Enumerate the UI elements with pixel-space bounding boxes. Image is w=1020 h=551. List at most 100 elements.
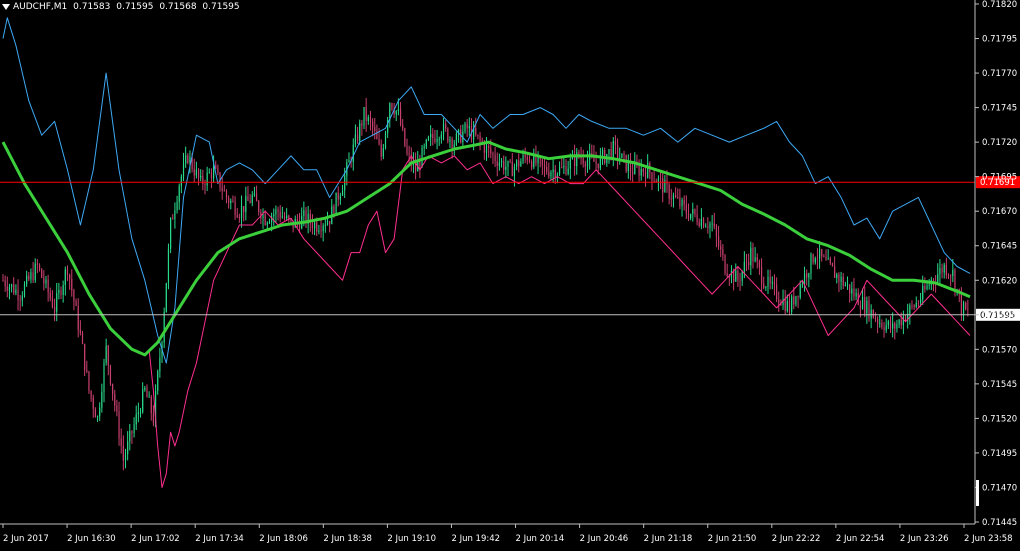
candle-body (668, 184, 670, 199)
candle-body (369, 117, 372, 122)
candle-body (36, 263, 38, 265)
y-tick-label: 0.71595 (982, 311, 1017, 321)
candle-body (876, 319, 879, 324)
candle-body (13, 284, 15, 294)
candle-body (367, 117, 369, 122)
candle-body (849, 284, 851, 294)
candle-body (94, 409, 97, 418)
candle-body (137, 412, 139, 415)
candle-body (468, 126, 470, 129)
candle-body (752, 247, 754, 262)
candle-body (928, 284, 930, 286)
candle-body (69, 274, 71, 279)
candle-body (498, 162, 500, 167)
candle-body (455, 133, 458, 145)
candle-body (41, 269, 43, 278)
candle-body (79, 329, 81, 333)
candle-body (73, 290, 75, 302)
candle-body (58, 289, 60, 294)
close-price: 0.71595 (202, 2, 240, 12)
candle-body (696, 214, 698, 223)
candle-body (266, 222, 268, 225)
candle-body (810, 254, 812, 274)
candle-body (139, 412, 142, 413)
price-chart[interactable]: 0.716910.71595 0.718200.717950.717700.71… (0, 0, 1020, 551)
candle-body (174, 210, 176, 220)
candle-body (210, 172, 213, 179)
candle-body (206, 172, 208, 186)
candle-body (436, 138, 438, 142)
candle-body (167, 248, 170, 284)
y-tick-label: 0.71495 (982, 449, 1017, 459)
candle-body (277, 209, 279, 212)
candle-body (197, 169, 200, 178)
candle-body (520, 161, 522, 167)
candle-body (690, 213, 692, 219)
x-tick-label: 2 Jun 18:06 (259, 534, 308, 544)
candle-body (114, 394, 116, 406)
candle-body (475, 128, 477, 135)
y-tick-label: 0.71445 (982, 518, 1017, 528)
candle-body (838, 274, 840, 282)
candle-body (853, 288, 855, 297)
candle-body (150, 396, 152, 414)
candle-body (26, 275, 28, 285)
candle-body (500, 160, 503, 163)
x-tick-label: 2 Jun 22:22 (772, 534, 821, 544)
candle-body (741, 271, 743, 281)
candle-body (894, 323, 896, 329)
candle-body (402, 124, 404, 129)
candle-body (243, 206, 245, 213)
candle-body (92, 397, 94, 410)
candle-body (129, 430, 131, 442)
candle-body (21, 295, 23, 301)
candle-body (814, 258, 816, 263)
candle-body (707, 226, 709, 228)
candle-body (576, 152, 578, 166)
candle-body (333, 206, 335, 215)
candle-body (268, 222, 271, 224)
candle-body (157, 371, 159, 391)
candle-body (146, 387, 148, 398)
candle-body (193, 168, 195, 176)
candle-body (122, 446, 124, 461)
candle-body (251, 195, 253, 203)
candle-body (767, 276, 769, 288)
candle-body (479, 135, 481, 141)
candle-body (505, 166, 507, 171)
candle-body (163, 312, 165, 343)
candle-body (477, 134, 479, 136)
candle-body (883, 327, 885, 331)
candle-body (313, 222, 316, 229)
candle-body (81, 332, 84, 344)
candle-body (511, 161, 513, 177)
candle-body (565, 165, 567, 175)
candle-body (339, 195, 341, 200)
candle-body (344, 175, 346, 191)
candle-body (232, 200, 234, 202)
candle-body (662, 178, 664, 193)
x-tick-label: 2 Jun 2017 (3, 534, 49, 544)
candle-body (758, 261, 761, 268)
candle-body (249, 200, 251, 203)
candle-body (380, 144, 382, 157)
candle-body (341, 190, 344, 196)
candle-body (616, 144, 619, 159)
candle-body (329, 220, 331, 225)
candle-body (363, 107, 365, 126)
candle-body (62, 284, 64, 296)
candle-body (754, 257, 756, 262)
candle-body (10, 284, 13, 287)
candle-body (950, 275, 952, 277)
candle-body (913, 305, 915, 307)
candle-body (247, 196, 249, 201)
candle-body (851, 288, 853, 294)
candle-body (43, 277, 45, 284)
dropdown-triangle-icon[interactable] (2, 3, 10, 10)
symbol-label: AUDCHF,M1 (13, 2, 68, 12)
candle-body (818, 249, 821, 259)
candle-body (311, 222, 314, 229)
candle-body (245, 196, 247, 213)
candle-body (223, 190, 225, 192)
candle-body (286, 215, 288, 219)
